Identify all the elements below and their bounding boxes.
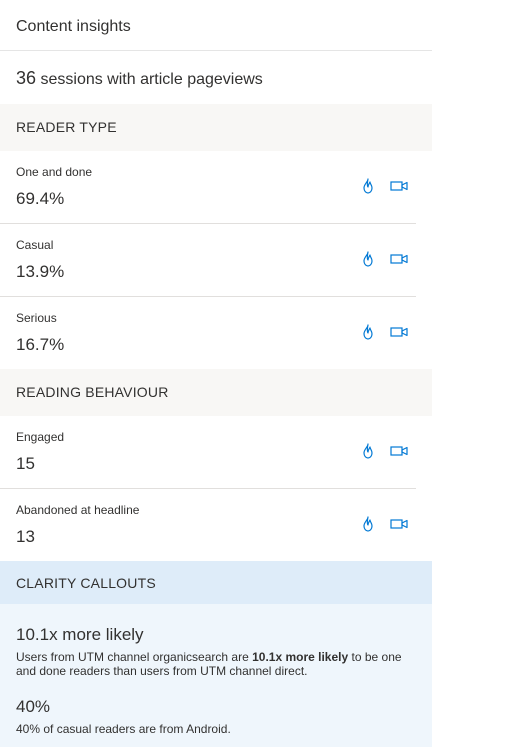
metric-row-one-and-done: One and done 69.4%	[0, 151, 416, 224]
callout-title: 10.1x more likely	[16, 625, 144, 644]
metric-value: 15	[16, 454, 35, 473]
callout-text: Users from UTM channel organicsearch are…	[16, 650, 416, 678]
metric-row-serious: Serious 16.7%	[0, 297, 416, 370]
panel-title: Content insights	[16, 18, 131, 35]
sessions-count: 36	[16, 68, 37, 88]
metric-value: 13.9%	[16, 262, 65, 281]
heatmap-flame-icon[interactable]	[359, 250, 377, 268]
heatmap-flame-icon[interactable]	[359, 515, 377, 533]
reader-type-section-header: READER TYPE	[0, 104, 432, 151]
heatmap-flame-icon[interactable]	[359, 177, 377, 195]
clarity-callouts-section-header: CLARITY CALLOUTS	[0, 561, 432, 604]
callout-title: 40%	[16, 697, 51, 716]
metric-label: Engaged	[16, 430, 65, 444]
metric-label: Casual	[16, 238, 54, 252]
recording-camera-icon[interactable]	[390, 442, 408, 460]
sessions-text: sessions with article pageviews	[40, 71, 263, 88]
metric-row-abandoned-at-headline: Abandoned at headline 13	[0, 489, 416, 562]
callout-text-part: Users from UTM channel organicsearch are	[16, 650, 253, 664]
recording-camera-icon[interactable]	[390, 515, 408, 533]
clarity-callouts-heading: CLARITY CALLOUTS	[16, 575, 156, 591]
metric-value: 69.4%	[16, 189, 65, 208]
metric-label: Abandoned at headline	[16, 503, 140, 517]
reading-behaviour-section-header: READING BEHAVIOUR	[0, 369, 432, 416]
callout-text-highlight: 10.1x more likely	[252, 650, 349, 664]
callout-text: 40% of casual readers are from Android.	[16, 722, 231, 736]
recording-camera-icon[interactable]	[390, 250, 408, 268]
heatmap-flame-icon[interactable]	[359, 442, 377, 460]
metric-value: 13	[16, 527, 35, 546]
panel-header: Content insights	[0, 0, 432, 51]
metric-row-casual: Casual 13.9%	[0, 224, 416, 297]
metric-label: Serious	[16, 311, 57, 325]
recording-camera-icon[interactable]	[390, 177, 408, 195]
metric-row-engaged: Engaged 15	[0, 416, 416, 489]
heatmap-flame-icon[interactable]	[359, 323, 377, 341]
sessions-summary: 36 sessions with article pageviews	[16, 68, 263, 89]
content-insights-panel: Content insights 36 sessions with articl…	[0, 0, 432, 747]
metric-label: One and done	[16, 165, 93, 179]
metric-value: 16.7%	[16, 335, 65, 354]
recording-camera-icon[interactable]	[390, 323, 408, 341]
reader-type-heading: READER TYPE	[16, 119, 117, 135]
reading-behaviour-heading: READING BEHAVIOUR	[16, 384, 169, 400]
clarity-callouts-body: 10.1x more likely Users from UTM channel…	[0, 604, 432, 747]
